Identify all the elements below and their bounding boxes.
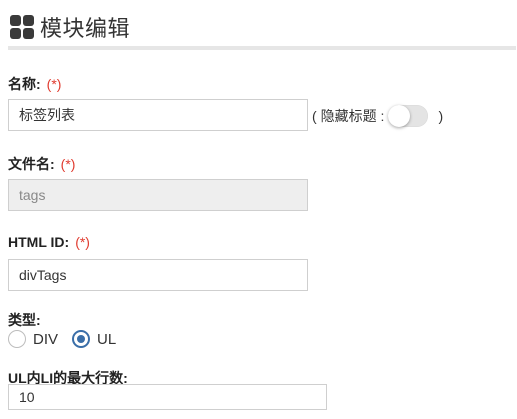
name-required-mark: (*) bbox=[46, 76, 62, 92]
html-id-required-mark: (*) bbox=[75, 234, 90, 250]
name-input[interactable] bbox=[8, 99, 308, 131]
type-option-ul-label: UL bbox=[97, 330, 117, 348]
page-title: 模块编辑 bbox=[40, 16, 131, 41]
type-option-div-label: DIV bbox=[33, 330, 59, 348]
file-name-label: 文件名: (*) bbox=[8, 156, 76, 172]
hide-title-control: ( 隐藏标题 : ) bbox=[312, 104, 443, 128]
type-label: 类型: bbox=[8, 312, 41, 328]
type-option-div[interactable]: DIV bbox=[8, 330, 58, 348]
html-id-input[interactable] bbox=[8, 259, 308, 291]
toggle-knob bbox=[388, 105, 411, 127]
radio-div[interactable] bbox=[8, 330, 26, 348]
name-label: 名称: (*) bbox=[8, 76, 62, 92]
file-name-input bbox=[8, 179, 308, 211]
radio-ul[interactable] bbox=[72, 330, 91, 348]
type-option-ul[interactable]: UL bbox=[72, 330, 116, 348]
page-header: 模块编辑 bbox=[10, 12, 130, 42]
html-id-label: HTML ID: (*) bbox=[8, 234, 90, 250]
hide-title-toggle[interactable] bbox=[388, 105, 429, 127]
header-divider bbox=[8, 46, 516, 50]
max-rows-input[interactable] bbox=[8, 384, 327, 410]
hide-title-open-paren: ( bbox=[312, 108, 317, 124]
file-name-required-mark: (*) bbox=[60, 156, 76, 172]
grid-icon bbox=[10, 15, 34, 39]
hide-title-close-paren: ) bbox=[438, 108, 444, 124]
type-radio-group: DIV UL bbox=[8, 330, 130, 348]
hide-title-label: 隐藏标题 : bbox=[320, 108, 385, 124]
